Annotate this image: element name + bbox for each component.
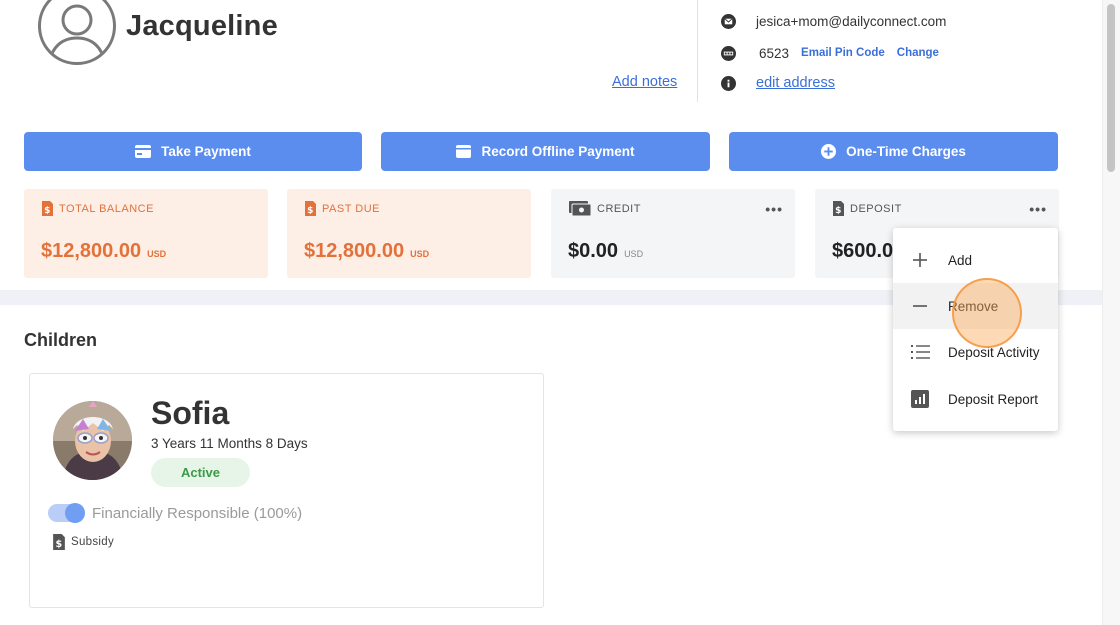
menu-item-deposit-report[interactable]: Deposit Report <box>893 376 1058 422</box>
past-due-amount: $12,800.00 <box>304 240 405 262</box>
subsidy-label: Subsidy <box>71 536 115 548</box>
header-divider <box>697 0 698 102</box>
invoice-dollar-icon: $ <box>42 201 53 216</box>
deposit-amount: $600.0 <box>832 240 894 262</box>
child-photo <box>53 401 132 480</box>
user-silhouette-icon <box>48 4 106 62</box>
invoice-dollar-icon: $ <box>833 201 844 216</box>
status-badge: Active <box>151 458 250 487</box>
take-payment-button[interactable]: Take Payment <box>24 132 362 171</box>
record-offline-payment-button[interactable]: Record Offline Payment <box>381 132 710 171</box>
past-due-card: $ PAST DUE $12,800.00 USD <box>287 189 531 278</box>
parent-name: Jacqueline <box>126 10 278 42</box>
pin-code: 6523 <box>759 45 790 61</box>
email-icon <box>720 13 736 29</box>
total-balance-card: $ TOTAL BALANCE $12,800.00 USD <box>24 189 268 278</box>
menu-item-remove-label: Remove <box>948 298 999 314</box>
menu-item-deposit-activity[interactable]: Deposit Activity <box>893 329 1058 375</box>
info-icon <box>720 75 736 91</box>
list-icon <box>910 344 930 360</box>
svg-text:$: $ <box>835 206 842 216</box>
menu-item-remove[interactable]: Remove <box>893 283 1058 329</box>
plus-icon <box>910 253 930 267</box>
scrollbar-thumb[interactable] <box>1107 4 1115 172</box>
invoice-dollar-icon: $ <box>53 534 65 550</box>
address-row: edit address <box>720 75 835 91</box>
toggle-knob <box>65 503 85 523</box>
change-pin-link[interactable]: Change <box>897 47 939 59</box>
svg-text:$: $ <box>307 206 314 216</box>
take-payment-label: Take Payment <box>161 144 251 159</box>
credit-card: CREDIT ••• $0.00 USD <box>551 189 795 278</box>
credit-amount: $0.00 <box>568 240 619 262</box>
children-heading: Children <box>24 330 98 350</box>
past-due-currency: USD <box>410 249 430 259</box>
credit-currency: USD <box>624 249 644 259</box>
child-name[interactable]: Sofia <box>151 395 229 432</box>
svg-text:$: $ <box>56 539 63 550</box>
wallet-icon <box>456 145 472 158</box>
bar-chart-icon <box>910 390 930 408</box>
past-due-label: PAST DUE <box>322 202 380 215</box>
total-balance-label: TOTAL BALANCE <box>59 202 154 215</box>
financial-responsible-label: Financially Responsible (100%) <box>92 505 303 522</box>
credit-more-icon[interactable]: ••• <box>765 201 783 217</box>
total-balance-currency: USD <box>147 249 167 259</box>
pin-row: 6523 Email Pin Code Change <box>720 45 939 61</box>
menu-item-deposit-activity-label: Deposit Activity <box>948 344 1040 360</box>
add-notes-link[interactable]: Add notes <box>612 74 677 90</box>
plus-circle-icon <box>821 144 837 159</box>
deposit-label: DEPOSIT <box>850 202 902 215</box>
record-offline-payment-label: Record Offline Payment <box>481 144 635 159</box>
subsidy-row[interactable]: $ Subsidy <box>53 534 114 550</box>
cash-icon <box>569 201 591 216</box>
edit-address-link[interactable]: edit address <box>756 75 835 91</box>
email-pin-code-link[interactable]: Email Pin Code <box>801 47 885 59</box>
keypad-icon <box>720 45 736 61</box>
child-age: 3 Years 11 Months 8 Days <box>151 436 308 451</box>
deposit-more-icon[interactable]: ••• <box>1029 201 1047 217</box>
email-text: jesica+mom@dailyconnect.com <box>756 13 947 29</box>
credit-card-icon <box>135 145 152 158</box>
menu-item-add[interactable]: Add <box>893 237 1058 283</box>
email-row: jesica+mom@dailyconnect.com <box>720 13 946 29</box>
total-balance-amount: $12,800.00 <box>41 240 142 262</box>
financial-toggle[interactable] <box>48 503 85 523</box>
deposit-menu: Add Remove Deposit Activity Deposit Repo… <box>893 228 1058 431</box>
one-time-charges-label: One-Time Charges <box>846 144 966 159</box>
minus-icon <box>910 299 930 313</box>
menu-item-add-label: Add <box>948 252 973 268</box>
svg-text:$: $ <box>44 206 51 216</box>
parent-avatar <box>38 0 116 65</box>
invoice-dollar-icon: $ <box>305 201 316 216</box>
one-time-charges-button[interactable]: One-Time Charges <box>729 132 1058 171</box>
menu-item-deposit-report-label: Deposit Report <box>948 391 1039 407</box>
credit-label: CREDIT <box>597 202 641 215</box>
